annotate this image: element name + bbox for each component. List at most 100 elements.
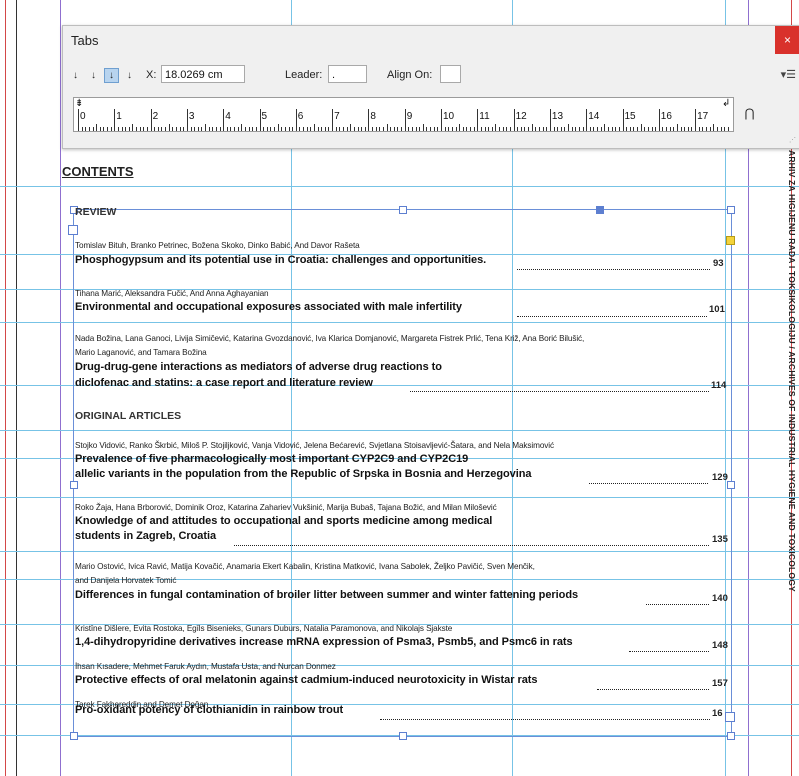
position-panel-above-frame-icon[interactable]: ⋂ bbox=[742, 106, 757, 121]
right-justified-tab-button[interactable]: ↓ bbox=[104, 68, 119, 83]
close-button[interactable]: × bbox=[775, 26, 799, 54]
leader-field[interactable]: . bbox=[328, 65, 367, 83]
right-tab-stop-icon[interactable]: ↲ bbox=[722, 99, 730, 109]
ruler-tick bbox=[604, 124, 606, 131]
ruler-tick bbox=[303, 127, 305, 131]
ruler-number: 16 bbox=[660, 111, 672, 122]
ruler-number: 12 bbox=[515, 111, 527, 122]
ruler-tick bbox=[194, 127, 196, 131]
ruler-tick bbox=[96, 124, 98, 131]
ruler-tick bbox=[528, 127, 530, 131]
frame-handle-tr[interactable] bbox=[727, 206, 735, 214]
ruler-tick bbox=[698, 127, 700, 131]
ruler-tick bbox=[687, 127, 689, 131]
ruler-tick bbox=[720, 127, 722, 131]
entry-title-cont: allelic variants in the population from … bbox=[75, 468, 532, 480]
ruler-tick bbox=[372, 127, 374, 131]
tab-ruler[interactable]: ⇟ ↲ 0 1 2 3 4 5 6 7 8 9 10 11 12 13 14 15 16 17 bbox=[73, 97, 734, 132]
entry-title: 1,4-dihydropyridine derivatives increase… bbox=[75, 636, 573, 648]
ruler-tick bbox=[542, 127, 544, 131]
ruler-tick bbox=[244, 127, 246, 131]
ruler-number: 10 bbox=[443, 111, 455, 122]
ruler-tick bbox=[680, 127, 682, 131]
ruler-tick bbox=[161, 127, 163, 131]
tabs-panel[interactable]: Tabs × ↓ ↓ ↓ ↓ X: 18.0269 cm Leader: . A… bbox=[62, 25, 799, 149]
align-on-field[interactable] bbox=[440, 65, 461, 83]
ruler-tick bbox=[655, 127, 657, 131]
left-indent-marker-icon[interactable]: ⇟ bbox=[75, 99, 83, 109]
ruler-tick bbox=[241, 124, 243, 131]
ruler-tick bbox=[88, 127, 90, 131]
ruler-tick bbox=[186, 109, 188, 131]
entry-leader bbox=[410, 390, 709, 392]
ruler-tick bbox=[662, 127, 664, 131]
ruler-number: 3 bbox=[188, 111, 195, 122]
ruler-tick bbox=[310, 127, 312, 131]
ruler-tick bbox=[466, 127, 468, 131]
left-justified-tab-button[interactable]: ↓ bbox=[69, 69, 82, 82]
ruler-tick bbox=[575, 127, 577, 131]
resize-grip-icon[interactable]: ⋰ bbox=[789, 137, 797, 145]
ruler-tick bbox=[263, 127, 265, 131]
ruler-tick bbox=[709, 127, 711, 131]
ruler-tick bbox=[727, 127, 729, 131]
frame-handle-out-port[interactable] bbox=[725, 712, 735, 722]
corner-options-icon[interactable] bbox=[726, 236, 735, 245]
x-position-field[interactable]: 18.0269 cm bbox=[161, 65, 245, 83]
ruler-tick bbox=[480, 127, 482, 131]
ruler-tick bbox=[633, 127, 635, 131]
ruler-number: 14 bbox=[588, 111, 600, 122]
x-position-label: X: bbox=[146, 69, 157, 81]
ruler-tick bbox=[125, 127, 127, 131]
entry-title-cont: diclofenac and statins: a case report an… bbox=[75, 377, 373, 389]
frame-handle-in-port[interactable] bbox=[68, 225, 78, 235]
entry-title: Protective effects of oral melatonin aga… bbox=[75, 674, 538, 686]
ruler-tick bbox=[509, 127, 511, 131]
frame-handle-tm[interactable] bbox=[399, 206, 407, 214]
frame-handle-br[interactable] bbox=[727, 732, 735, 740]
ruler-tick bbox=[223, 109, 225, 131]
ruler-tick bbox=[364, 127, 366, 131]
ruler-number: 15 bbox=[624, 111, 636, 122]
panel-menu-icon[interactable]: ▾☰ bbox=[781, 68, 796, 81]
ruler-tick bbox=[284, 127, 286, 131]
ruler-tick bbox=[455, 127, 457, 131]
ruler-tick bbox=[339, 127, 341, 131]
entry-title: Prevalence of five pharmacologically mos… bbox=[75, 453, 469, 465]
ruler-tick bbox=[705, 127, 707, 131]
center-justified-tab-button[interactable]: ↓ bbox=[87, 69, 100, 82]
ruler-tick bbox=[146, 127, 148, 131]
ruler-number: 6 bbox=[297, 111, 304, 122]
ruler-tick bbox=[716, 127, 718, 131]
frame-handle-ml[interactable] bbox=[70, 481, 78, 489]
ruler-tick bbox=[342, 127, 344, 131]
ruler-tick bbox=[201, 127, 203, 131]
frame-handle-mr[interactable] bbox=[727, 481, 735, 489]
align-to-decimal-tab-button[interactable]: ↓ bbox=[123, 69, 136, 82]
frame-handle-tr-anchor[interactable] bbox=[596, 206, 604, 214]
ruler-tick bbox=[299, 127, 301, 131]
entry-page-number: 129 bbox=[712, 472, 728, 483]
entry-page-number: 93 bbox=[713, 258, 724, 269]
ruler-tick bbox=[368, 109, 370, 131]
ruler-tick bbox=[382, 127, 384, 131]
ruler-tick bbox=[470, 127, 472, 131]
ruler-tick bbox=[586, 109, 588, 131]
entry-title: Pro-oxidant potency of clothianidin in r… bbox=[75, 704, 344, 716]
ruler-tick bbox=[266, 127, 268, 131]
ruler-tick bbox=[292, 127, 294, 131]
ruler-tick bbox=[274, 127, 276, 131]
ruler-number: 11 bbox=[479, 111, 490, 122]
ruler-tick bbox=[618, 127, 620, 131]
frame-handle-bl[interactable] bbox=[70, 732, 78, 740]
ruler-tick bbox=[539, 127, 540, 131]
ruler-tick bbox=[600, 127, 602, 131]
ruler-tick bbox=[317, 127, 319, 131]
ruler-tick bbox=[524, 127, 526, 131]
frame-handle-bm[interactable] bbox=[399, 732, 407, 740]
ruler-tick bbox=[143, 127, 145, 131]
ruler-tick bbox=[128, 127, 130, 131]
ruler-tick bbox=[629, 127, 631, 131]
ruler-tick bbox=[437, 127, 439, 131]
ruler-tick bbox=[408, 127, 410, 131]
